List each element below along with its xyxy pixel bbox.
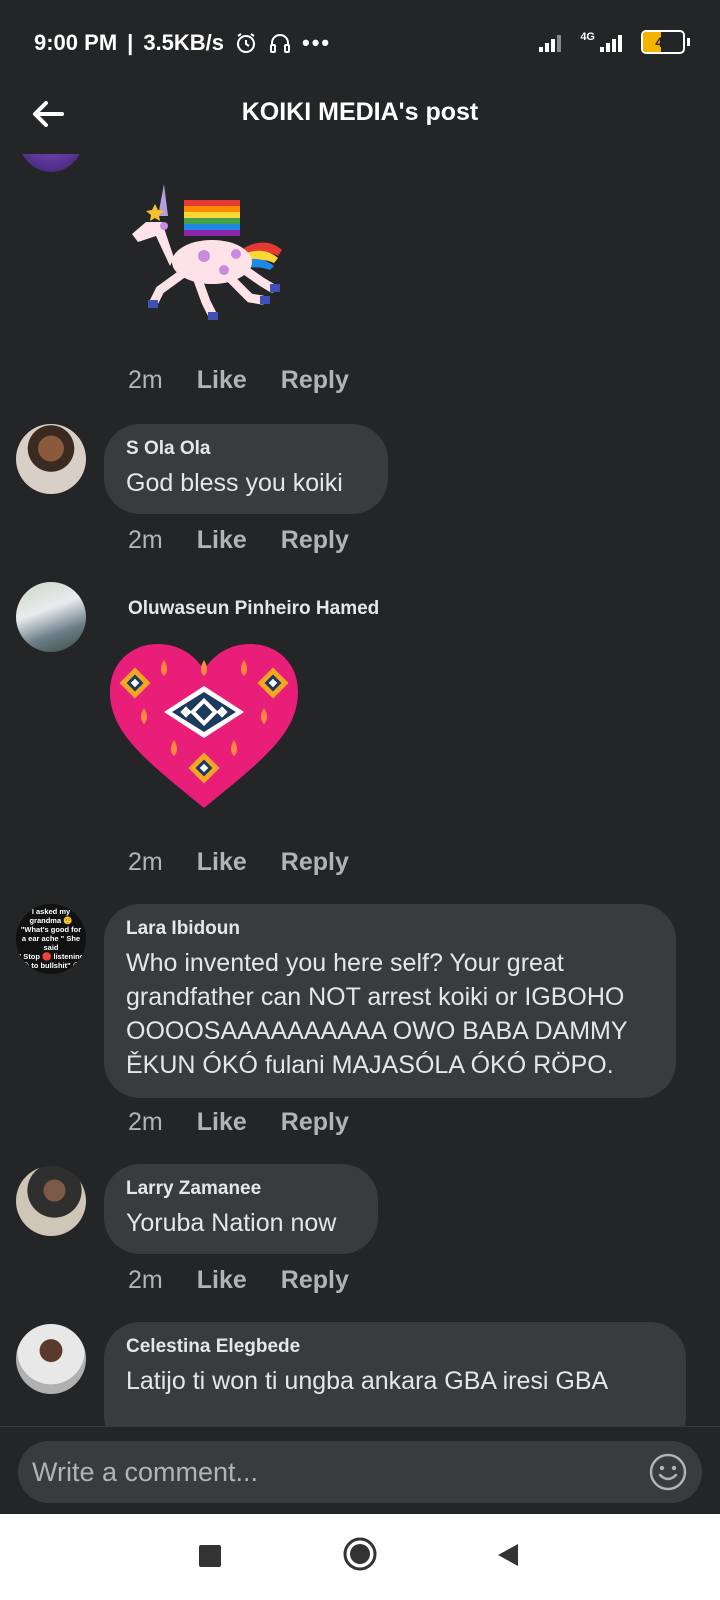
comment-bubble[interactable]: S Ola Ola God bless you koiki [104,424,388,514]
comment-actions: 2m Like Reply [128,848,349,877]
reply-button[interactable]: Reply [281,366,349,395]
reply-button[interactable]: Reply [281,1108,349,1137]
comment-time: 2m [128,366,163,394]
status-right: 4G 45 [538,30,690,54]
comment-text: Who invented you here self? Your great g… [126,946,654,1082]
headphones-icon [270,34,291,53]
avatar[interactable] [16,582,86,652]
avatar[interactable] [18,154,84,172]
battery-level: 45 [655,34,671,50]
comment-author[interactable]: Larry Zamanee [126,1178,356,1200]
comment-text-line: OOOOSAAAAAAAAAA OWO BABA DAMMY [126,1017,628,1045]
comment-author[interactable]: Oluwaseun Pinheiro Hamed [128,598,379,620]
comment-composer: Write a comment... [0,1426,720,1515]
like-button[interactable]: Like [197,848,247,877]
status-time: 9:00 PM [34,30,118,55]
comment-time: 2m [128,1266,163,1294]
comment-time: 2m [128,848,163,876]
more-notifications-icon: ••• [302,30,332,55]
signal-icon [539,35,562,52]
page-title: KOIKI MEDIA's post [241,98,479,126]
comment-author[interactable]: Celestina Elegbede [126,1336,664,1358]
like-button[interactable]: Like [197,526,247,555]
status-bar: 9:00 PM | 3.5KB/s ••• 4G 45 [0,0,720,86]
reply-button[interactable]: Reply [281,526,349,555]
comments-list[interactable]: 2m Like Reply S Ola Ola God bless you ko… [0,154,720,1426]
comment-bubble[interactable]: Lara Ibidoun Who invented you here self?… [104,904,676,1098]
like-button[interactable]: Like [197,1266,247,1295]
comment-actions: 2m Like Reply [128,1108,349,1137]
recent-apps-button[interactable] [196,1542,224,1570]
battery-icon: 45 [641,30,685,54]
comment-input[interactable]: Write a comment... [18,1441,702,1503]
avatar-caption-line: I asked my [31,907,71,916]
comment-actions: 2m Like Reply [128,1266,349,1295]
signal-4g-icon [600,35,622,52]
unicorn-rainbow-flag-sticker[interactable] [112,170,292,330]
avatar-caption-line: "What's good for [20,925,82,934]
comment-author[interactable]: S Ola Ola [126,438,366,460]
reply-button[interactable]: Reply [281,848,349,877]
comment-author[interactable]: Lara Ibidoun [126,918,654,940]
home-button[interactable] [342,1536,378,1572]
comment-bubble[interactable]: Celestina Elegbede Latijo ti won ti ungb… [104,1322,686,1426]
avatar[interactable] [16,1324,86,1394]
comment-actions: 2m Like Reply [128,366,349,395]
reply-button[interactable]: Reply [281,1266,349,1295]
comment-input-placeholder: Write a comment... [32,1456,259,1487]
network-speed: 3.5KB/s [143,30,225,55]
comment-text-line: Who invented you here self? Your great [126,949,564,977]
comment-time: 2m [128,1108,163,1136]
comment-actions: 2m Like Reply [128,526,349,555]
alarm-icon [237,33,256,53]
avatar[interactable] [16,1166,86,1236]
comment-text-line: grandfather can NOT arrest koiki or IGBO… [126,983,625,1011]
comment-text-line: ĚKUN ÓKÓ fulani MAJASÓLA ÓKÓ RÖPO. [126,1051,614,1079]
system-nav-bar [0,1514,720,1600]
post-header: KOIKI MEDIA's post [0,86,720,154]
patterned-heart-sticker[interactable] [108,642,300,812]
avatar[interactable]: I asked my grandma 🤨 "What's good for a … [16,904,86,974]
network-type: 4G [580,31,595,43]
avatar-caption-line: " Stop 🛑 listening [17,952,85,961]
comment-text: Latijo ti won ti ungba ankara GBA iresi … [126,1367,609,1395]
avatar-caption-line: a ear ache " She [21,934,81,943]
like-button[interactable]: Like [197,366,247,395]
avatar[interactable] [16,424,86,494]
back-button[interactable] [494,1541,522,1569]
avatar-caption-line: 😒 to bullshit" 😒 [21,961,81,970]
comment-bubble[interactable]: Larry Zamanee Yoruba Nation now [104,1164,378,1254]
comment-time: 2m [128,526,163,554]
comment-text: Yoruba Nation now [126,1209,337,1237]
status-left: 9:00 PM | 3.5KB/s ••• [34,30,332,55]
comment-text: God bless you koiki [126,469,343,497]
like-button[interactable]: Like [197,1108,247,1137]
avatar-caption-line: grandma 🤨 [29,916,73,925]
avatar-caption-line: said [43,943,59,952]
smiley-icon[interactable] [648,1452,688,1492]
